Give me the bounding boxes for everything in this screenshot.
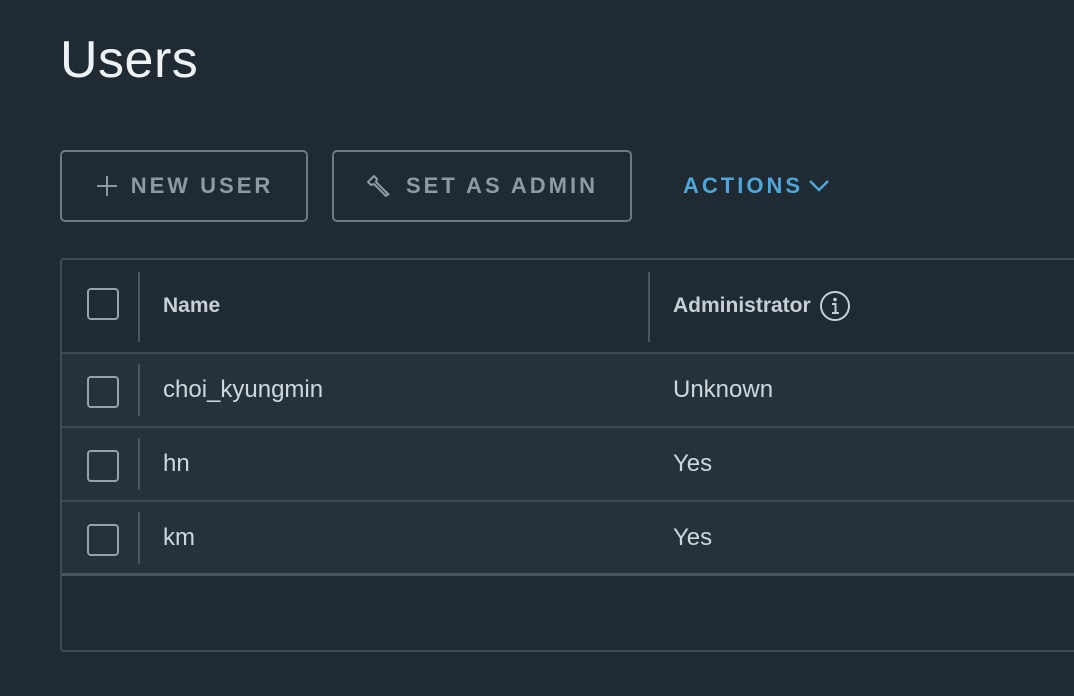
row-checkbox[interactable] [87, 450, 119, 482]
actions-dropdown[interactable]: ACTIONS [683, 150, 831, 222]
new-user-label: NEW USER [130, 173, 274, 198]
column-header-name-label: Name [163, 294, 221, 317]
select-all-checkbox[interactable] [87, 288, 119, 320]
administrator-cell: Yes [673, 450, 713, 477]
wrench-icon [366, 172, 394, 200]
column-divider[interactable] [648, 272, 650, 342]
user-name-cell: choi_kyungmin [163, 376, 324, 403]
plus-icon [95, 174, 119, 198]
set-as-admin-button[interactable]: SET AS ADMIN [332, 150, 632, 222]
column-divider [138, 438, 140, 490]
page-title: Users [60, 31, 199, 89]
table-row[interactable]: hn Yes [62, 428, 1074, 502]
row-checkbox[interactable] [87, 376, 119, 408]
table-header: Name Administrator [62, 260, 1074, 354]
column-header-name[interactable]: Name [163, 260, 220, 352]
column-divider [138, 364, 140, 416]
row-checkbox[interactable] [87, 524, 119, 556]
chevron-down-icon [807, 176, 831, 196]
users-page: Users NEW USER SET AS ADMIN ACTIONS Name… [0, 0, 1074, 696]
column-divider [138, 512, 140, 564]
new-user-button[interactable]: NEW USER [60, 150, 308, 222]
actions-label: ACTIONS [683, 173, 803, 198]
column-divider [138, 272, 140, 342]
column-header-administrator-label: Administrator [673, 294, 811, 317]
table-row[interactable]: km Yes [62, 502, 1074, 576]
users-table: Name Administrator choi_kyungmin Unknown [60, 258, 1074, 652]
set-as-admin-label: SET AS ADMIN [405, 173, 599, 198]
administrator-cell: Unknown [673, 376, 774, 403]
user-name-cell: km [163, 524, 195, 551]
user-name-cell: hn [163, 450, 190, 477]
info-icon[interactable] [819, 290, 851, 322]
administrator-cell: Yes [673, 524, 713, 551]
column-header-administrator[interactable]: Administrator [673, 260, 851, 352]
table-row[interactable]: choi_kyungmin Unknown [62, 354, 1074, 428]
